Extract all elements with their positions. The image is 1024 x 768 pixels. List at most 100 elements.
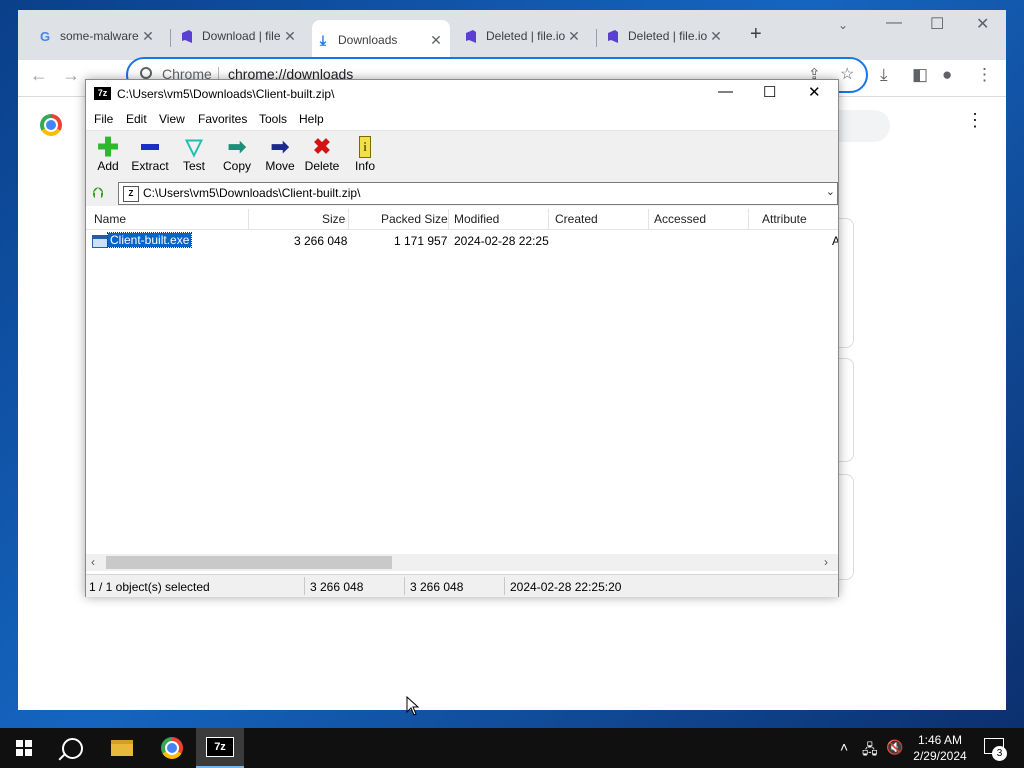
info-button[interactable]: i Info — [343, 135, 387, 173]
move-button[interactable]: ➡ Move — [258, 134, 302, 173]
status-packed-size: 3 266 048 — [410, 580, 464, 594]
title-bar[interactable]: 7z C:\Users\vm5\Downloads\Client-built.z… — [86, 80, 838, 108]
info-label: Info — [354, 159, 375, 173]
network-icon[interactable]: 🖧 — [862, 739, 878, 763]
window-title: C:\Users\vm5\Downloads\Client-built.zip\ — [117, 87, 335, 101]
menu-help[interactable]: Help — [299, 112, 324, 126]
close-icon[interactable]: ✕ — [282, 28, 298, 45]
bookmark-star-icon[interactable]: ☆ — [840, 64, 854, 84]
list-header: Name Size Packed Size Modified Created A… — [86, 207, 838, 230]
tab-separator — [596, 29, 597, 47]
file-name[interactable]: Client-built.exe — [106, 232, 193, 248]
menu-edit[interactable]: Edit — [126, 112, 147, 126]
forward-icon[interactable]: → — [62, 65, 80, 86]
delete-label: Delete — [304, 159, 340, 173]
folder-up-icon[interactable]: ⮉ — [92, 185, 103, 202]
taskbar-chrome[interactable] — [148, 728, 196, 768]
scrollbar-thumb[interactable] — [106, 556, 392, 569]
address-bar: ⮉ Z C:\Users\vm5\Downloads\Client-built.… — [86, 181, 838, 206]
column-name[interactable]: Name — [94, 212, 126, 226]
minimize-icon[interactable]: — — [886, 14, 902, 32]
copy-button[interactable]: ➡ Copy — [215, 134, 259, 173]
column-attributes[interactable]: Attribute — [762, 212, 807, 226]
downloads-icon[interactable]: ⤓ — [880, 65, 888, 85]
tab-download-file[interactable]: Download | file ✕ — [176, 22, 304, 50]
column-divider[interactable] — [648, 209, 649, 229]
menu-file[interactable]: File — [94, 112, 113, 126]
taskbar-7zip[interactable]: 7z — [196, 728, 244, 768]
file-size: 3 266 048 — [294, 234, 348, 248]
close-icon[interactable]: ✕ — [566, 28, 582, 45]
address-field[interactable]: Z C:\Users\vm5\Downloads\Client-built.zi… — [118, 182, 838, 205]
status-selection: 1 / 1 object(s) selected — [89, 580, 210, 594]
horizontal-scrollbar[interactable]: ‹ › — [86, 554, 838, 571]
maximize-icon[interactable]: ☐ — [930, 14, 944, 34]
tab-separator — [170, 29, 171, 47]
back-icon[interactable]: ← — [30, 65, 48, 86]
side-panel-icon[interactable]: ◧ — [912, 65, 928, 85]
chrome-icon — [161, 737, 183, 759]
scroll-right-icon[interactable]: › — [824, 555, 828, 569]
taskbar: 7z ˄ 🖧 🔇 1:46 AM 2/29/2024 3 — [0, 728, 1024, 768]
minimize-icon[interactable]: — — [718, 83, 733, 100]
search-downloads-input[interactable] — [838, 110, 890, 142]
profile-avatar-icon[interactable]: ● — [942, 65, 952, 85]
tab-deleted-file-io-2[interactable]: Deleted | file.io ✕ — [602, 22, 730, 50]
column-size[interactable]: Size — [322, 212, 345, 226]
column-created[interactable]: Created — [555, 212, 598, 226]
toolbar: ✚ Add Extract ▽ Test ➡ Copy ➡ Move ✖ Del… — [86, 130, 838, 182]
chevron-down-icon[interactable]: ⌄ — [826, 185, 835, 198]
column-modified[interactable]: Modified — [454, 212, 499, 226]
chevron-down-icon[interactable]: ⌄ — [838, 18, 848, 32]
taskbar-search-button[interactable] — [48, 728, 96, 768]
clock-time: 1:46 AM — [917, 733, 963, 747]
column-accessed[interactable]: Accessed — [654, 212, 706, 226]
taskbar-clock[interactable]: 1:46 AM 2/29/2024 — [908, 732, 972, 764]
menu-kebab-icon[interactable]: ⋮ — [976, 65, 993, 85]
7zip-app-icon: 7z — [94, 87, 111, 100]
scroll-left-icon[interactable]: ‹ — [91, 555, 95, 569]
menu-view[interactable]: View — [159, 112, 185, 126]
test-label: Test — [182, 159, 205, 173]
add-button[interactable]: ✚ Add — [86, 131, 130, 174]
column-divider[interactable] — [248, 209, 249, 229]
column-divider[interactable] — [348, 209, 349, 229]
tray-chevron-up-icon[interactable]: ˄ — [840, 739, 848, 755]
downloads-menu-icon[interactable]: ⋮ — [966, 110, 984, 131]
extract-button[interactable]: Extract — [128, 135, 172, 173]
close-icon[interactable]: ✕ — [140, 28, 156, 45]
add-icon: ✚ — [97, 131, 119, 162]
file-io-icon — [180, 29, 194, 43]
close-icon[interactable]: ✕ — [808, 83, 821, 101]
tab-some-malware[interactable]: G some-malware ✕ — [34, 22, 162, 50]
table-row[interactable]: Client-built.exe 3 266 048 1 171 957 202… — [86, 232, 838, 250]
close-icon[interactable]: ✕ — [708, 28, 724, 45]
tab-downloads[interactable]: ⤓ Downloads ✕ — [312, 20, 450, 60]
tab-title: Download | file — [202, 29, 281, 43]
tab-deleted-file-io-1[interactable]: Deleted | file.io ✕ — [460, 22, 588, 50]
file-packed-size: 1 171 957 — [394, 234, 448, 248]
file-modified: 2024-02-28 22:25 — [454, 234, 549, 248]
close-icon[interactable]: ✕ — [976, 14, 989, 34]
test-button[interactable]: ▽ Test — [172, 134, 216, 173]
windows-start-icon[interactable] — [16, 740, 32, 756]
volume-muted-icon[interactable]: 🔇 — [886, 739, 903, 756]
move-label: Move — [265, 159, 295, 173]
extract-icon — [128, 135, 172, 159]
file-attributes: A — [832, 234, 838, 248]
taskbar-file-explorer[interactable] — [98, 728, 146, 768]
menu-favorites[interactable]: Favorites — [198, 112, 247, 126]
column-divider[interactable] — [748, 209, 749, 229]
notification-count-badge: 3 — [992, 746, 1007, 761]
new-tab-button[interactable]: + — [750, 23, 762, 46]
chrome-icon — [140, 67, 152, 79]
zip-archive-icon: Z — [123, 186, 139, 202]
column-divider[interactable] — [548, 209, 549, 229]
delete-button[interactable]: ✖ Delete — [300, 134, 344, 173]
menu-tools[interactable]: Tools — [259, 112, 287, 126]
column-divider[interactable] — [448, 209, 449, 229]
close-icon[interactable]: ✕ — [428, 32, 444, 49]
column-packed-size[interactable]: Packed Size — [381, 212, 448, 226]
google-g-icon: G — [39, 28, 51, 44]
maximize-icon[interactable]: ☐ — [763, 83, 776, 101]
